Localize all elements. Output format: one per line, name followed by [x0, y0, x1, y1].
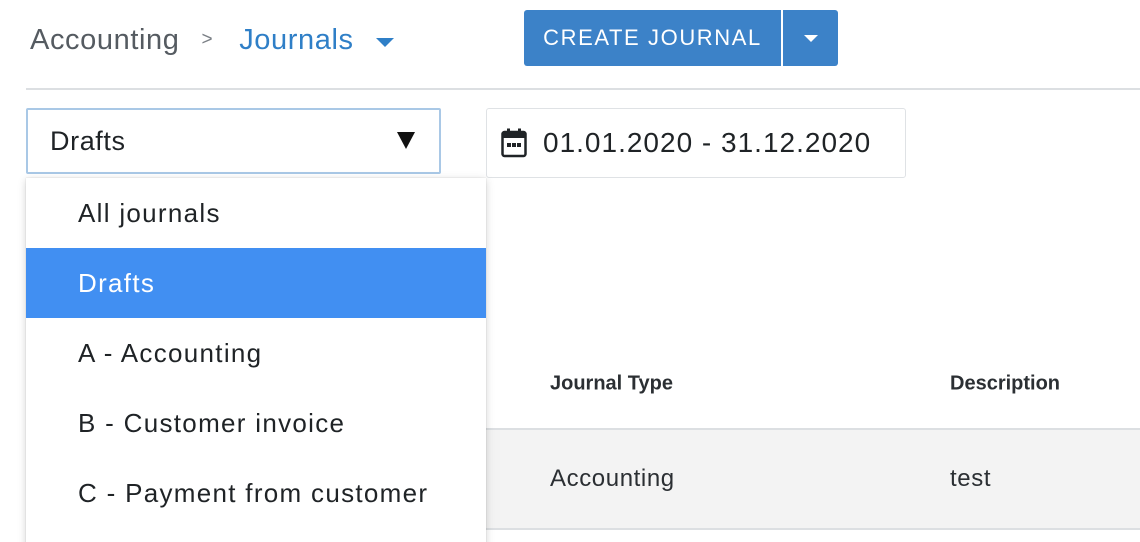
cell-description: test: [950, 465, 992, 492]
triangle-down-icon: [397, 132, 415, 149]
create-journal-options-toggle[interactable]: [783, 10, 838, 66]
header-divider: [26, 88, 1140, 90]
breadcrumb-journals-label: Journals: [239, 23, 354, 56]
column-header-journal-type[interactable]: Journal Type: [550, 373, 673, 396]
journals-table: Journal Type Description Accounting test: [486, 340, 1140, 530]
option-b-customer-invoice[interactable]: B - Customer invoice: [26, 388, 486, 458]
date-range-picker[interactable]: 01.01.2020 - 31.12.2020: [486, 108, 906, 178]
journal-filter-dropdown-menu: All journals Drafts A - Accounting B - C…: [26, 178, 486, 542]
create-journal-split-button: CREATE JOURNAL: [524, 10, 838, 66]
option-a-accounting[interactable]: A - Accounting: [26, 318, 486, 388]
option-all-journals[interactable]: All journals: [26, 178, 486, 248]
breadcrumb-accounting[interactable]: Accounting: [30, 24, 180, 57]
table-header-row: Journal Type Description: [486, 340, 1140, 430]
page: Accounting > Journals CREATE JOURNAL Dra…: [0, 0, 1140, 542]
calendar-icon: [501, 128, 527, 158]
option-drafts[interactable]: Drafts: [26, 248, 486, 318]
chevron-down-icon: [803, 34, 818, 42]
create-journal-button[interactable]: CREATE JOURNAL: [524, 10, 781, 66]
date-range-value: 01.01.2020 - 31.12.2020: [543, 127, 872, 158]
column-header-description[interactable]: Description: [950, 373, 1060, 396]
option-c-payment-from-customer[interactable]: C - Payment from customer: [26, 458, 486, 528]
breadcrumb-separator: >: [201, 29, 214, 50]
journal-filter-value: Drafts: [50, 125, 126, 156]
journal-filter-select[interactable]: Drafts: [26, 108, 441, 174]
table-row[interactable]: Accounting test: [486, 430, 1140, 530]
cell-journal-type: Accounting: [550, 465, 675, 492]
chevron-down-icon: [375, 37, 394, 47]
breadcrumb-journals-dropdown[interactable]: Journals: [239, 23, 394, 57]
breadcrumb: Accounting > Journals: [30, 20, 394, 60]
